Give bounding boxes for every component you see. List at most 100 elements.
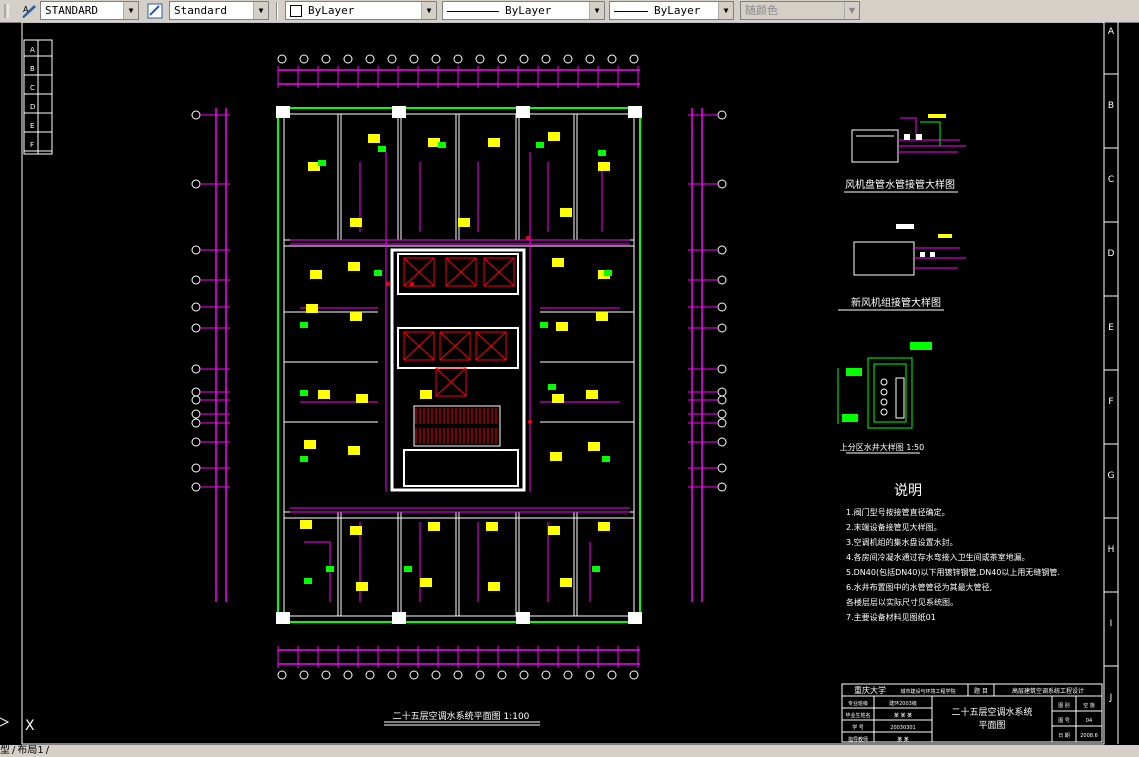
axis-bubble (431, 54, 441, 64)
title-row-value: 某 某 某 (894, 713, 912, 719)
grid-letter: F (1108, 397, 1113, 407)
column (276, 106, 290, 118)
linetype-value: ByLayer (505, 4, 552, 17)
linetype-preview-icon (447, 10, 499, 12)
fan-coil-unit (588, 442, 600, 451)
axis-bubble (191, 179, 201, 189)
grid-letter: G (1108, 471, 1115, 481)
axis-bubble (717, 482, 727, 492)
grid-letter: I (1110, 619, 1113, 629)
axis-bubble (453, 670, 463, 680)
note-line: 各楼层层以实际尺寸见系统图。 (846, 597, 958, 607)
axis-bubble (629, 670, 639, 680)
axis-bubble (191, 323, 201, 333)
column (392, 612, 406, 624)
axis-bubble (717, 463, 727, 473)
column (628, 612, 642, 624)
equipment-tag (374, 270, 382, 276)
dim-style-combo[interactable]: Standard ▼ (169, 1, 269, 20)
axis-bubble (365, 670, 375, 680)
lineweight-value: ByLayer (654, 4, 701, 17)
fan-coil-unit (356, 394, 368, 403)
fan-coil-unit (350, 312, 362, 321)
note-line: 7.主要设备材料见图纸01 (846, 612, 936, 622)
fan-coil-unit (486, 522, 498, 531)
axis-bubble (277, 54, 287, 64)
text-style-combo[interactable]: STANDARD ▼ (40, 1, 139, 20)
title-field-value: 04 (1086, 718, 1092, 724)
lineweight-combo[interactable]: ByLayer ▼ (609, 1, 734, 20)
fan-coil-unit (550, 452, 562, 461)
equipment-tag (592, 566, 600, 572)
chevron-down-icon[interactable]: ▼ (718, 2, 733, 19)
fan-coil-unit (552, 258, 564, 267)
equipment-tag (300, 322, 308, 328)
axis-bubble (299, 670, 309, 680)
equipment-tag (300, 390, 308, 396)
note-line: 4.各房间冷凝水通过存水弯接入卫生间或茶室地漏。 (846, 552, 1030, 562)
plan-title: 二十五层空调水系统平面图 1:100 (393, 710, 530, 722)
axis-bubble (387, 54, 397, 64)
chevron-down-icon[interactable]: ▼ (123, 2, 138, 19)
fan-coil-unit (598, 522, 610, 531)
column (628, 106, 642, 118)
axis-bubble (321, 670, 331, 680)
chevron-down-icon[interactable]: ▼ (589, 2, 604, 19)
axis-bubble (717, 364, 727, 374)
tab-layout1[interactable]: 布局1 (17, 745, 43, 756)
note-line: 2.末端设备接管见大样图。 (846, 522, 942, 532)
axis-bubble (191, 275, 201, 285)
fan-coil-unit (488, 138, 500, 147)
column (392, 106, 406, 118)
axis-bubble (585, 670, 595, 680)
drawing-canvas[interactable]: A B C D E F G H I J A B C D E F 二十五层空调水系统平面图 1:100 风机盘… (0, 22, 1139, 745)
equipment-tag (318, 160, 326, 166)
ucs-x-label: X (25, 718, 35, 734)
axis-bubble (191, 437, 201, 447)
valve (528, 420, 532, 424)
equipment-tag (540, 322, 548, 328)
axis-bubble (519, 670, 529, 680)
strip-mark: C (30, 84, 35, 92)
fan-coil-unit (306, 304, 318, 313)
strip-mark: E (30, 122, 34, 130)
axis-bubble (717, 387, 727, 397)
tab-model[interactable]: 型 (0, 745, 10, 756)
title-block: 重庆大学 城市建设与环境工程学院 题 目 高层建筑空调系统工程设计专业班级 建环2003… (841, 683, 1103, 743)
fan-coil-unit (560, 208, 572, 217)
left-title-strip: A B C D E F (23, 39, 53, 155)
note-line: 1.阀门型号按接管直径确定。 (846, 507, 950, 517)
linetype-combo[interactable]: ByLayer ▼ (442, 1, 605, 20)
chevron-down-icon: ▼ (844, 2, 859, 19)
axis-bubble (191, 409, 201, 419)
dim-style-icon[interactable] (146, 2, 164, 20)
text-style-icon[interactable]: A (20, 2, 38, 20)
axis-bubble (431, 670, 441, 680)
plot-style-combo: 随颜色 ▼ (740, 1, 860, 20)
layer-color-combo[interactable]: ByLayer ▼ (285, 1, 437, 20)
chevron-down-icon[interactable]: ▼ (421, 2, 436, 19)
strip-mark: D (30, 103, 35, 111)
equipment-tag (438, 142, 446, 148)
axis-bubble (191, 245, 201, 255)
fan-coil-unit (556, 322, 568, 331)
fan-coil-unit (552, 394, 564, 403)
axis-bubble (717, 275, 727, 285)
fan-coil-unit (356, 582, 368, 591)
axis-bubble (717, 418, 727, 428)
axis-bubble (497, 54, 507, 64)
column (276, 612, 290, 624)
color-swatch-icon (290, 5, 302, 17)
department-name: 城市建设与环境工程学院 (900, 688, 955, 695)
toolbar-separator (276, 2, 278, 20)
axis-bubble (191, 418, 201, 428)
axis-bubble (321, 54, 331, 64)
chevron-down-icon[interactable]: ▼ (253, 2, 268, 19)
title-field-label: 日 期 (1058, 733, 1070, 739)
toolbar-grip-icon[interactable] (2, 2, 20, 20)
title-field-label: 图 号 (1058, 718, 1070, 724)
axis-bubble (607, 670, 617, 680)
fresh-air-detail (853, 224, 966, 276)
fan-coil-unit (310, 270, 322, 279)
axis-bubble (191, 110, 201, 120)
